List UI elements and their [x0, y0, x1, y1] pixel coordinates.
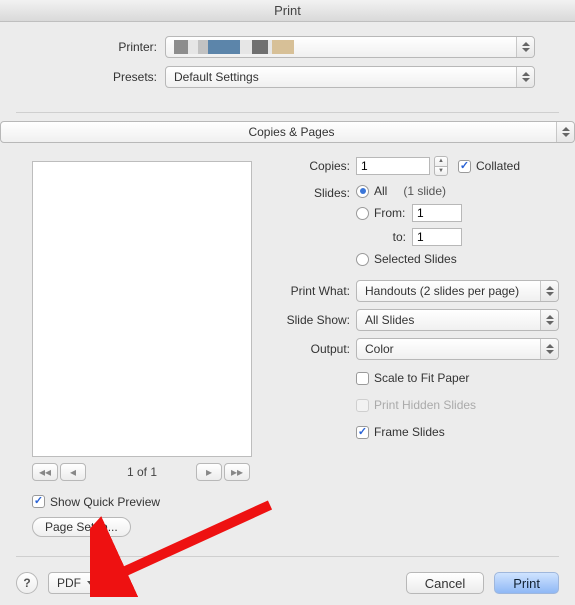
chevrons-icon	[516, 67, 534, 87]
checkbox-icon	[356, 399, 369, 412]
checkbox-icon	[458, 160, 471, 173]
from-label: From:	[374, 206, 412, 220]
prev-page-button[interactable]: ◂	[60, 463, 86, 481]
slides-from-radio[interactable]	[356, 207, 369, 220]
slides-count: (1 slide)	[403, 184, 446, 198]
to-label: to:	[374, 230, 412, 244]
to-input[interactable]	[412, 228, 462, 246]
print-button[interactable]: Print	[494, 572, 559, 594]
section-select[interactable]: Copies & Pages	[0, 121, 575, 143]
show-quick-preview-checkbox[interactable]: Show Quick Preview	[32, 495, 160, 509]
divider	[16, 112, 559, 113]
copies-label: Copies:	[270, 159, 356, 173]
selected-slides-label: Selected Slides	[374, 252, 457, 266]
print-what-value: Handouts (2 slides per page)	[365, 284, 519, 298]
chevrons-icon	[516, 37, 534, 57]
options-column: Copies: ▲▼ Collated Slides: All (1 slide…	[256, 155, 559, 537]
preview-column: ◂◂ ◂ 1 of 1 ▸ ▸▸ Show Quick Preview Page…	[16, 155, 256, 537]
frame-slides-label: Frame Slides	[374, 425, 445, 439]
first-page-button[interactable]: ◂◂	[32, 463, 58, 481]
chevrons-icon	[556, 122, 574, 142]
page-counter: 1 of 1	[88, 465, 196, 479]
print-what-label: Print What:	[270, 284, 356, 298]
collated-label: Collated	[476, 159, 520, 173]
last-page-button[interactable]: ▸▸	[224, 463, 250, 481]
pdf-label: PDF	[57, 576, 81, 590]
scale-to-fit-checkbox[interactable]: Scale to Fit Paper	[356, 371, 469, 385]
show-quick-preview-label: Show Quick Preview	[50, 495, 160, 509]
output-label: Output:	[270, 342, 356, 356]
page-preview	[32, 161, 252, 457]
chevrons-icon	[540, 281, 558, 301]
checkbox-icon	[356, 426, 369, 439]
copies-stepper[interactable]: ▲▼	[434, 156, 448, 176]
presets-select[interactable]: Default Settings	[165, 66, 535, 88]
scale-to-fit-label: Scale to Fit Paper	[374, 371, 469, 385]
slide-show-label: Slide Show:	[270, 313, 356, 327]
cancel-button[interactable]: Cancel	[406, 572, 484, 594]
collated-checkbox[interactable]: Collated	[458, 159, 520, 173]
slide-show-select[interactable]: All Slides	[356, 309, 559, 331]
print-what-select[interactable]: Handouts (2 slides per page)	[356, 280, 559, 302]
from-input[interactable]	[412, 204, 462, 222]
output-value: Color	[365, 342, 394, 356]
slide-show-value: All Slides	[365, 313, 414, 327]
next-page-button[interactable]: ▸	[196, 463, 222, 481]
main-panel: ◂◂ ◂ 1 of 1 ▸ ▸▸ Show Quick Preview Page…	[0, 151, 575, 537]
checkbox-icon	[32, 495, 45, 508]
printer-name-redacted	[174, 40, 294, 54]
footer: ? PDF Cancel Print	[0, 561, 575, 605]
chevrons-icon	[540, 339, 558, 359]
copies-input[interactable]	[356, 157, 430, 175]
checkbox-icon	[356, 372, 369, 385]
print-hidden-checkbox: Print Hidden Slides	[356, 398, 476, 412]
slides-label: Slides:	[270, 184, 356, 200]
selected-slides-radio[interactable]	[356, 253, 369, 266]
output-select[interactable]: Color	[356, 338, 559, 360]
divider	[16, 556, 559, 557]
section-value: Copies & Pages	[248, 125, 334, 139]
slides-all-radio[interactable]	[356, 185, 369, 198]
printer-label: Printer:	[40, 40, 165, 54]
presets-value: Default Settings	[174, 70, 259, 84]
frame-slides-checkbox[interactable]: Frame Slides	[356, 425, 445, 439]
slides-all-label: All	[374, 184, 387, 198]
top-form: Printer: Presets: Default Settings	[0, 22, 575, 106]
window-title: Print	[0, 0, 575, 22]
chevrons-icon	[540, 310, 558, 330]
printer-select[interactable]	[165, 36, 535, 58]
page-setup-button[interactable]: Page Setup...	[32, 517, 131, 537]
help-button[interactable]: ?	[16, 572, 38, 594]
pdf-menu-button[interactable]: PDF	[48, 572, 104, 594]
triangle-down-icon	[87, 581, 95, 586]
print-hidden-label: Print Hidden Slides	[374, 398, 476, 412]
presets-label: Presets:	[40, 70, 165, 84]
